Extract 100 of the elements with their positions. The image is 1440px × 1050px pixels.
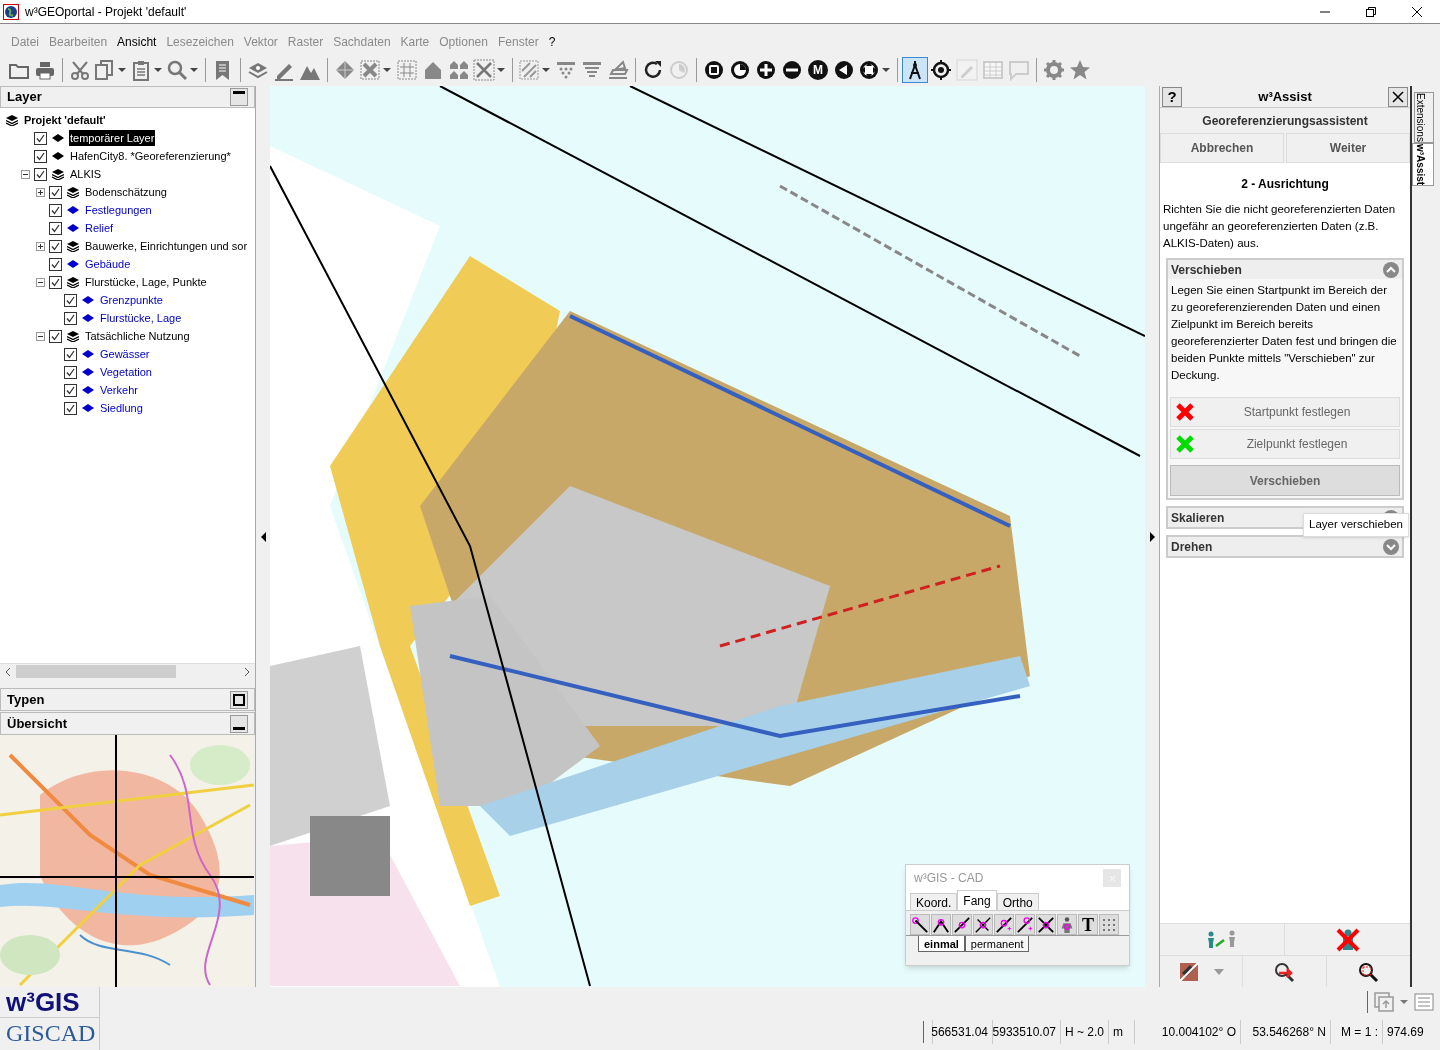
- zoom-extent-icon: [1357, 960, 1380, 983]
- checkbox[interactable]: [64, 293, 77, 307]
- checkbox[interactable]: [49, 221, 62, 235]
- snap-tool-button[interactable]: [1015, 914, 1035, 935]
- help-button[interactable]: ?: [1162, 86, 1182, 107]
- speech-bubble-icon: [1008, 59, 1030, 81]
- layer-item[interactable]: Verkehr: [99, 381, 139, 399]
- checkbox[interactable]: [49, 275, 62, 289]
- expander-icon[interactable]: [36, 241, 45, 251]
- wizard-button[interactable]: Weiter: [1286, 133, 1410, 163]
- wizard-button[interactable]: Abbrechen: [1160, 133, 1284, 163]
- dropdown-arrow-icon[interactable]: [497, 68, 505, 72]
- checkbox[interactable]: [49, 329, 62, 343]
- expander-icon[interactable]: [36, 277, 45, 287]
- checkbox[interactable]: [64, 401, 77, 415]
- snap-tool-button[interactable]: [994, 914, 1014, 935]
- scroll-right-icon[interactable]: [244, 667, 250, 676]
- layer-item[interactable]: Flurstücke, Lage: [99, 309, 183, 327]
- snap-tool-button[interactable]: [931, 914, 951, 935]
- snap-tool-button[interactable]: [973, 914, 993, 935]
- collapse-left-icon[interactable]: [260, 531, 266, 542]
- pencil-icon: [956, 59, 978, 81]
- dropdown-arrow-icon[interactable]: [190, 68, 198, 72]
- dropdown-arrow-icon[interactable]: [154, 68, 162, 72]
- checkbox[interactable]: [49, 257, 62, 271]
- snap-tool-button[interactable]: [1036, 914, 1056, 935]
- menu-item[interactable]: ?: [543, 33, 561, 51]
- layer-item[interactable]: Gebäude: [84, 255, 132, 273]
- section-title: Drehen: [1171, 538, 1213, 556]
- dot-grid-icon: [1101, 916, 1117, 933]
- point-button[interactable]: Startpunkt festlegen: [1170, 397, 1400, 427]
- dropdown-arrow-icon[interactable]: [882, 68, 890, 72]
- layer-item[interactable]: ALKIS: [69, 165, 103, 183]
- close-button[interactable]: [1388, 86, 1408, 107]
- dropdown-arrow-icon[interactable]: [383, 68, 391, 72]
- snap-tool-button[interactable]: [952, 914, 972, 935]
- checkbox[interactable]: [34, 131, 47, 145]
- layer-item[interactable]: Bodenschätzung: [84, 183, 168, 201]
- layer-item[interactable]: Grenzpunkte: [99, 291, 164, 309]
- step-description: Richten Sie die nicht georeferenzierten Daten ungefähr an georeferenzierten Daten (z.B. ALKIS-Daten) aus.: [1162, 202, 1397, 251]
- layer-item[interactable]: Gewässer: [99, 345, 151, 363]
- menu-item[interactable]: Ansicht: [112, 33, 162, 51]
- diamond-icon: [334, 59, 356, 81]
- checkbox[interactable]: [64, 311, 77, 325]
- snap-midpoint-icon: [953, 914, 971, 935]
- layer-item[interactable]: Siedlung: [99, 399, 144, 417]
- pie-icon: [729, 59, 751, 81]
- close-icon: [1392, 90, 1404, 103]
- scrollbar-thumb[interactable]: [16, 665, 176, 678]
- dropdown-arrow-icon[interactable]: [118, 68, 126, 72]
- checkbox[interactable]: [49, 185, 62, 199]
- expander-icon[interactable]: [36, 187, 45, 197]
- checkbox[interactable]: [64, 383, 77, 397]
- toolbar-button[interactable]: [928, 57, 954, 83]
- side-tab[interactable]: Extensions: [1414, 92, 1434, 143]
- checkbox[interactable]: [64, 347, 77, 361]
- checkbox[interactable]: [49, 203, 62, 217]
- copy-icon: [94, 59, 116, 81]
- layer-item[interactable]: Festlegungen: [84, 201, 153, 219]
- layer-item[interactable]: temporärer Layer: [69, 129, 156, 147]
- scroll-left-icon[interactable]: [5, 667, 11, 676]
- tab[interactable]: Ortho: [996, 893, 1039, 910]
- dropdown-arrow-icon[interactable]: [1400, 1000, 1408, 1004]
- pan-icon: [858, 59, 880, 81]
- grid-snap-button[interactable]: [1099, 914, 1119, 935]
- chevron-icon[interactable]: [1383, 538, 1399, 555]
- layer-item[interactable]: Flurstücke, Lage, Punkte: [84, 273, 208, 291]
- text-tool-button[interactable]: T: [1078, 914, 1098, 935]
- checkbox[interactable]: [64, 365, 77, 379]
- point-button[interactable]: Zielpunkt festlegen: [1170, 429, 1400, 459]
- snap-tool-button[interactable]: [910, 914, 930, 935]
- expander-icon[interactable]: [21, 169, 30, 179]
- checkbox[interactable]: [49, 239, 62, 253]
- back-icon: [833, 59, 855, 81]
- layer-item[interactable]: Vegetation: [99, 363, 153, 381]
- chevron-icon[interactable]: [1383, 261, 1399, 278]
- move-button[interactable]: Verschieben: [1170, 465, 1400, 496]
- snap-intersection-icon: [1037, 914, 1055, 935]
- panel-toggle-button[interactable]: [230, 714, 248, 733]
- side-tab[interactable]: w³Assist: [1412, 142, 1434, 187]
- minimize-button[interactable]: [230, 88, 248, 106]
- collapse-right-icon[interactable]: [1149, 531, 1155, 542]
- checkbox[interactable]: [34, 149, 47, 163]
- layer-item[interactable]: HafenCity8. *Georeferenzierung*: [69, 147, 232, 165]
- layer-item[interactable]: Relief: [84, 219, 115, 237]
- expander-icon[interactable]: [36, 331, 45, 341]
- layer-item[interactable]: Bauwerke, Einrichtungen und sor: [84, 237, 249, 255]
- tab[interactable]: Fang: [957, 890, 997, 910]
- globe-icon: [3, 3, 19, 20]
- toolbar-button[interactable]: [902, 57, 928, 83]
- mode-tab[interactable]: einmal: [918, 936, 965, 952]
- dropdown-arrow-icon[interactable]: [542, 68, 550, 72]
- panel-toggle-button[interactable]: [230, 690, 248, 709]
- checkbox[interactable]: [34, 167, 47, 181]
- tab[interactable]: Koord.: [910, 893, 958, 910]
- mode-tab[interactable]: permanent: [964, 936, 1030, 952]
- layer-item[interactable]: Tatsächliche Nutzung: [84, 327, 191, 345]
- layers-icon: [67, 186, 79, 198]
- layer-item[interactable]: Projekt 'default': [23, 111, 107, 129]
- section-title: Verschieben: [1171, 261, 1242, 279]
